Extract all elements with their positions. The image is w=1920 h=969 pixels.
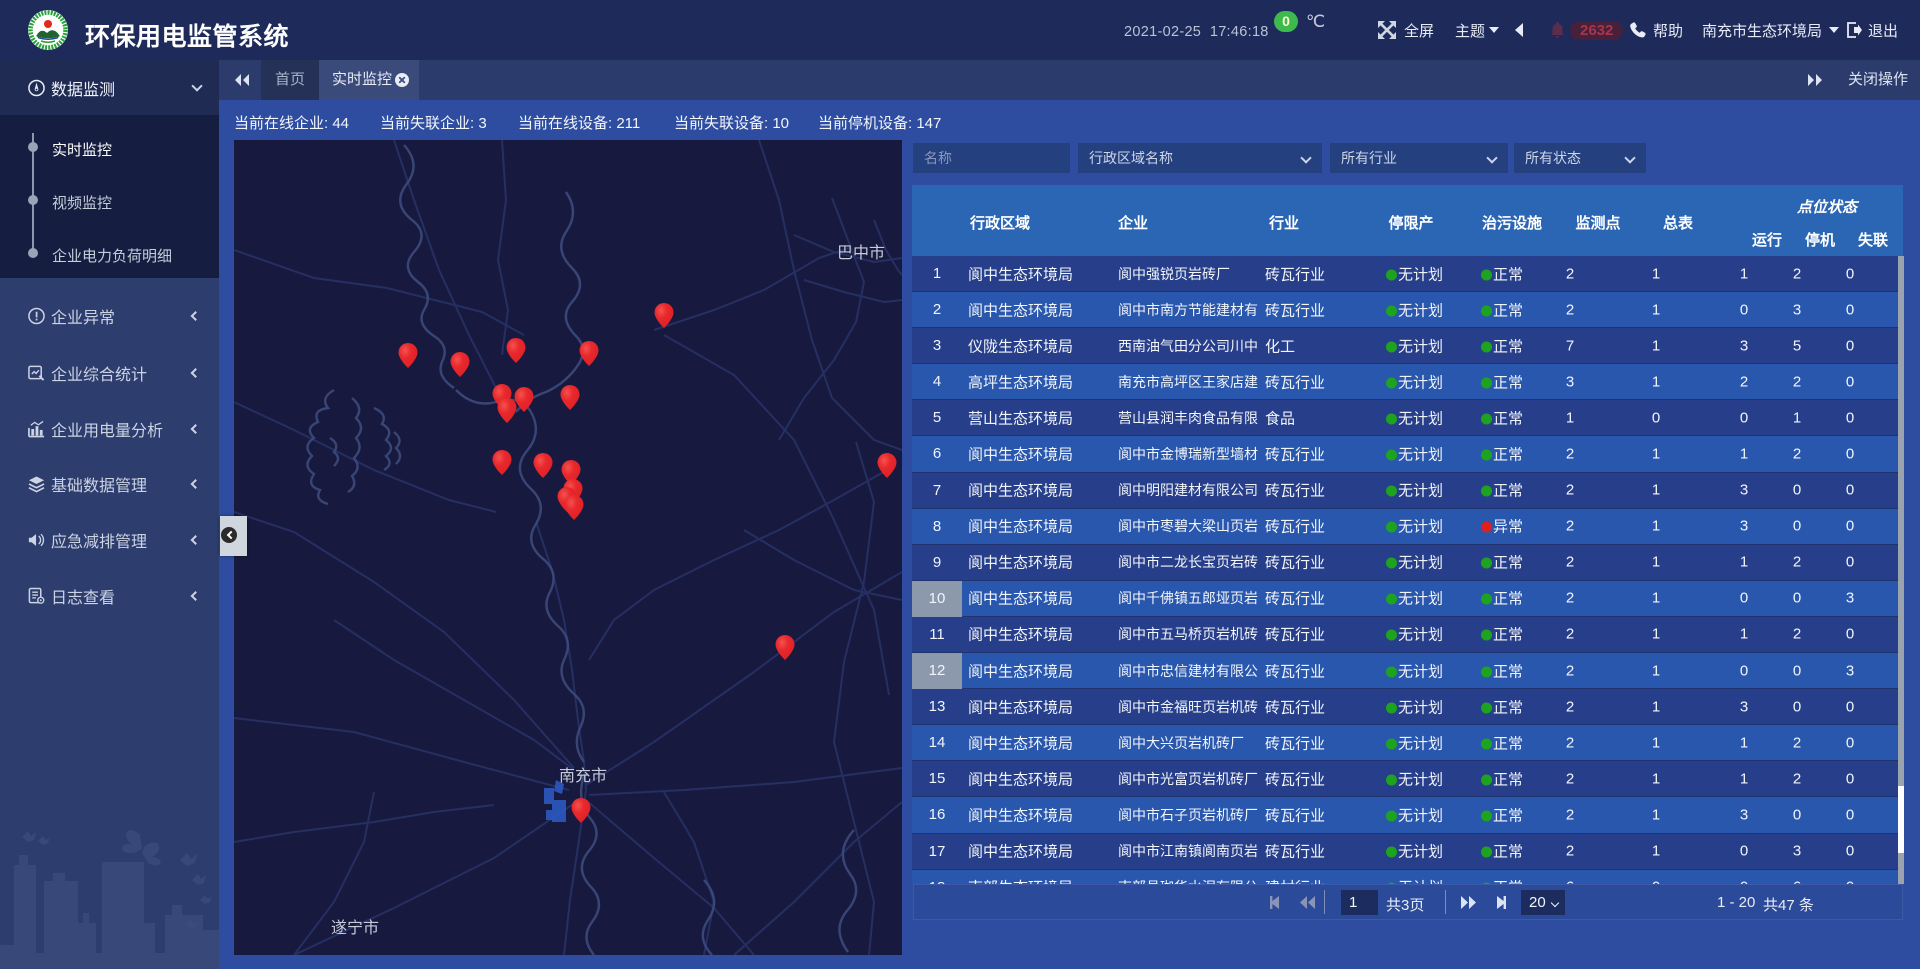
svg-text:巴中市: 巴中市 [837,244,885,262]
svg-text:南充市: 南充市 [559,767,607,785]
svg-text:遂宁市: 遂宁市 [331,919,379,937]
